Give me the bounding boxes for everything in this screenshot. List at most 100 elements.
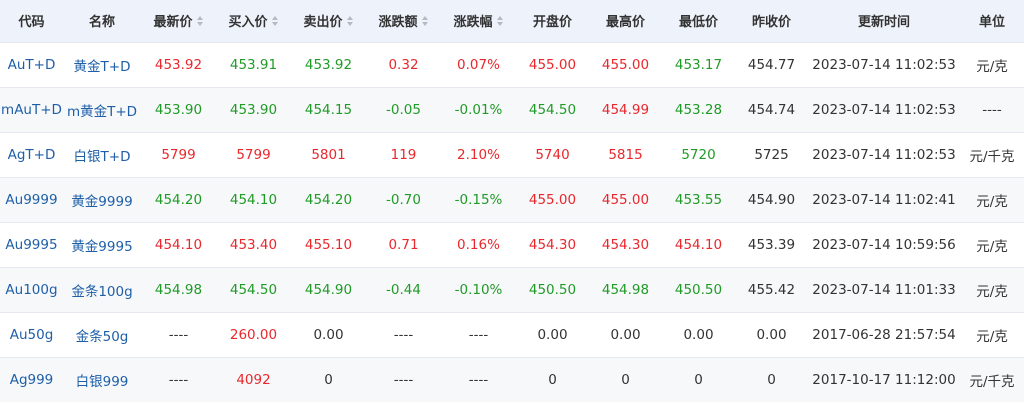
column-header-latest-price[interactable]: 最新价	[141, 0, 216, 42]
cell-low-price: 454.10	[674, 236, 723, 253]
cell-bid-price: 4092	[236, 371, 271, 388]
table-row[interactable]: Au9995 黄金9995 454.10 453.40 455.10 0.71 0.16% 4…	[0, 222, 1024, 267]
cell-open-price: 0.00	[537, 326, 568, 343]
cell-code[interactable]: Ag999	[0, 357, 63, 402]
cell-code[interactable]: Au9999	[0, 177, 63, 222]
cell-name[interactable]: 黄金T+D	[63, 42, 141, 87]
cell-high-price: 455.00	[601, 56, 650, 73]
cell-update-time: 2023-07-14 11:02:41	[812, 191, 956, 208]
table-row[interactable]: Au9999 黄金9999 454.20 454.10 454.20 -0.70 -0.15…	[0, 177, 1024, 222]
cell-low-price: 0	[694, 371, 703, 388]
cell-high-price: 454.99	[601, 101, 650, 118]
cell-code[interactable]: AuT+D	[0, 42, 63, 87]
cell-prev-close: 454.77	[747, 56, 796, 73]
sort-icon[interactable]	[421, 14, 429, 28]
cell-low-price: 453.55	[674, 191, 723, 208]
cell-ask-price: 453.92	[304, 56, 353, 73]
sort-icon[interactable]	[196, 14, 204, 28]
cell-ask-price: 454.90	[304, 281, 353, 298]
cell-code[interactable]: Au50g	[0, 312, 63, 357]
cell-open-price: 0	[548, 371, 557, 388]
cell-code[interactable]: AgT+D	[0, 132, 63, 177]
cell-ask-price: 5801	[311, 146, 346, 163]
column-header-high-price: 最高价	[589, 0, 662, 42]
column-header-label: 单位	[978, 15, 1005, 31]
cell-prev-close: 0	[767, 371, 776, 388]
cell-change-percent: ----	[468, 326, 489, 343]
table-row[interactable]: Ag999 白银999 ---- 4092 0 ---- ---- 0 0 0 0 2017-10-1…	[0, 357, 1024, 402]
cell-open-price: 454.50	[528, 101, 577, 118]
cell-change-amount: 119	[390, 146, 417, 163]
column-header-label: 最高价	[605, 15, 645, 31]
cell-change-amount: -0.05	[386, 101, 421, 118]
table-row[interactable]: Au100g 金条100g 454.98 454.50 454.90 -0.44 -0.10…	[0, 267, 1024, 312]
cell-name[interactable]: 金条100g	[63, 267, 141, 312]
cell-bid-price: 454.50	[229, 281, 278, 298]
column-header-name: 名称	[63, 0, 141, 42]
cell-open-price: 455.00	[528, 191, 577, 208]
quote-table: 代码 名称 最新价 买入价 卖出价 涨跌额 涨跌幅 开盘价 最高价 最低价 昨收价 更新时间 单位 Au…	[0, 0, 1024, 402]
cell-change-percent: -0.01%	[454, 101, 503, 118]
table-row[interactable]: AgT+D 白银T+D 5799 5799 5801 119 2.10% 5740 5815 57…	[0, 132, 1024, 177]
cell-code[interactable]: Au9995	[0, 222, 63, 267]
cell-name[interactable]: 白银T+D	[63, 132, 141, 177]
cell-prev-close: 454.90	[747, 191, 796, 208]
column-header-change-amount[interactable]: 涨跌额	[366, 0, 441, 42]
cell-latest-price: 454.98	[154, 281, 203, 298]
column-header-change-percent[interactable]: 涨跌幅	[441, 0, 516, 42]
cell-unit: 元/克	[976, 238, 1008, 255]
cell-code[interactable]: Au100g	[0, 267, 63, 312]
column-header-update-time: 更新时间	[808, 0, 960, 42]
cell-update-time: 2023-07-14 11:02:53	[812, 146, 956, 163]
cell-change-percent: 0.16%	[457, 236, 500, 253]
column-header-label: 卖出价	[303, 15, 343, 31]
cell-bid-price: 453.40	[229, 236, 278, 253]
cell-bid-price: 453.91	[229, 56, 278, 73]
table-header: 代码 名称 最新价 买入价 卖出价 涨跌额 涨跌幅 开盘价 最高价 最低价 昨收价 更新时间 单位	[0, 0, 1024, 42]
cell-unit: 元/克	[976, 328, 1008, 345]
cell-latest-price: 5799	[161, 146, 196, 163]
cell-high-price: 455.00	[601, 191, 650, 208]
column-header-label: 涨跌额	[378, 15, 418, 31]
cell-bid-price: 260.00	[229, 326, 278, 343]
cell-ask-price: 0	[324, 371, 333, 388]
cell-name[interactable]: m黄金T+D	[63, 87, 141, 132]
sort-icon[interactable]	[346, 14, 354, 28]
table-row[interactable]: mAuT+D m黄金T+D 453.90 453.90 454.15 -0.05 -0.01…	[0, 87, 1024, 132]
table-row[interactable]: Au50g 金条50g ---- 260.00 0.00 ---- ---- 0.00 0.00…	[0, 312, 1024, 357]
column-header-ask-price[interactable]: 卖出价	[291, 0, 366, 42]
cell-prev-close: 454.74	[747, 101, 796, 118]
cell-name[interactable]: 黄金9995	[63, 222, 141, 267]
cell-update-time: 2023-07-14 10:59:56	[812, 236, 956, 253]
column-header-prev-close: 昨收价	[735, 0, 808, 42]
column-header-unit: 单位	[960, 0, 1024, 42]
cell-latest-price: 453.92	[154, 56, 203, 73]
column-header-bid-price[interactable]: 买入价	[216, 0, 291, 42]
cell-latest-price: ----	[168, 326, 189, 343]
table-row[interactable]: AuT+D 黄金T+D 453.92 453.91 453.92 0.32 0.07% 455…	[0, 42, 1024, 87]
cell-low-price: 5720	[681, 146, 716, 163]
cell-unit: 元/克	[976, 283, 1008, 300]
cell-update-time: 2023-07-14 11:02:53	[812, 56, 956, 73]
cell-code[interactable]: mAuT+D	[0, 87, 63, 132]
sort-icon[interactable]	[271, 14, 279, 28]
cell-name[interactable]: 白银999	[63, 357, 141, 402]
cell-update-time: 2023-07-14 11:02:53	[812, 101, 956, 118]
cell-high-price: 5815	[608, 146, 643, 163]
column-header-label: 名称	[88, 15, 115, 31]
cell-name[interactable]: 黄金9999	[63, 177, 141, 222]
cell-bid-price: 454.10	[229, 191, 278, 208]
cell-latest-price: ----	[168, 371, 189, 388]
cell-update-time: 2017-06-28 21:57:54	[812, 326, 956, 343]
column-header-label: 买入价	[228, 15, 268, 31]
cell-update-time: 2023-07-14 11:01:33	[812, 281, 956, 298]
cell-change-percent: -0.10%	[454, 281, 503, 298]
cell-name[interactable]: 金条50g	[63, 312, 141, 357]
cell-high-price: 454.98	[601, 281, 650, 298]
cell-change-percent: ----	[468, 371, 489, 388]
cell-low-price: 0.00	[683, 326, 714, 343]
cell-ask-price: 455.10	[304, 236, 353, 253]
cell-open-price: 450.50	[528, 281, 577, 298]
sort-icon[interactable]	[496, 14, 504, 28]
cell-unit: 元/克	[976, 58, 1008, 75]
